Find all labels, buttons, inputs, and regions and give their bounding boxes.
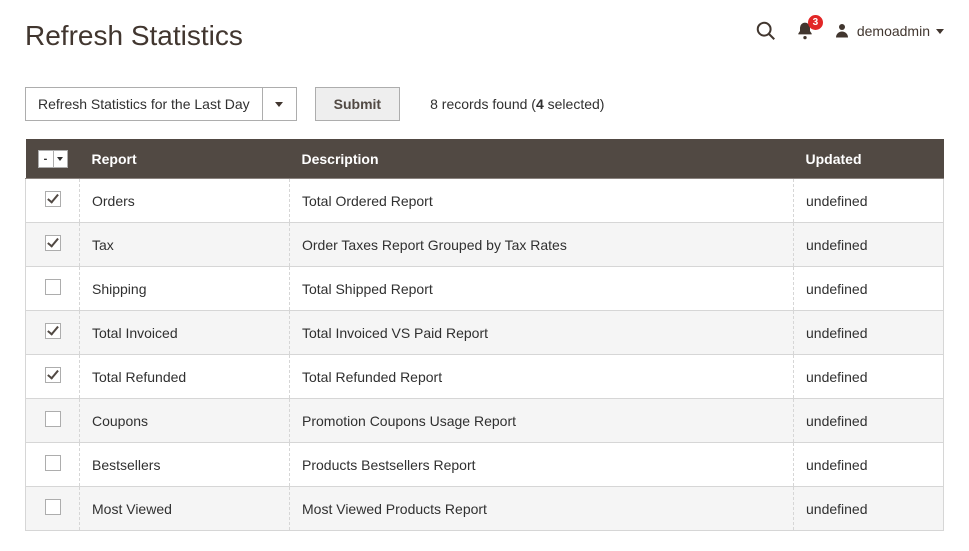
cell-description: Products Bestsellers Report (290, 443, 794, 487)
table-row[interactable]: ShippingTotal Shipped Reportundefined (26, 267, 944, 311)
header-actions: 3 demoadmin (755, 20, 944, 42)
row-checkbox[interactable] (45, 367, 61, 383)
records-info: 8 records found (4 selected) (430, 96, 604, 112)
table-row[interactable]: Total RefundedTotal Refunded Reportundef… (26, 355, 944, 399)
table-row[interactable]: Total InvoicedTotal Invoiced VS Paid Rep… (26, 311, 944, 355)
account-name: demoadmin (857, 23, 930, 39)
cell-report: Most Viewed (80, 487, 290, 531)
cell-report: Tax (80, 223, 290, 267)
cell-description: Order Taxes Report Grouped by Tax Rates (290, 223, 794, 267)
row-checkbox[interactable] (45, 279, 61, 295)
search-icon[interactable] (755, 20, 777, 42)
select-all-toggle[interactable]: - (38, 150, 68, 168)
cell-updated: undefined (794, 487, 944, 531)
table-row[interactable]: Most ViewedMost Viewed Products Reportun… (26, 487, 944, 531)
cell-report: Coupons (80, 399, 290, 443)
cell-report: Bestsellers (80, 443, 290, 487)
notifications-badge: 3 (808, 15, 823, 30)
row-checkbox[interactable] (45, 191, 61, 207)
cell-updated: undefined (794, 399, 944, 443)
account-menu[interactable]: demoadmin (833, 21, 944, 42)
notifications-icon[interactable]: 3 (795, 21, 815, 41)
toolbar: Refresh Statistics for the Last Day Subm… (25, 87, 944, 121)
table-row[interactable]: TaxOrder Taxes Report Grouped by Tax Rat… (26, 223, 944, 267)
user-icon (833, 21, 851, 42)
cell-updated: undefined (794, 179, 944, 223)
cell-description: Total Ordered Report (290, 179, 794, 223)
cell-report: Total Invoiced (80, 311, 290, 355)
cell-updated: undefined (794, 443, 944, 487)
table-row[interactable]: BestsellersProducts Bestsellers Reportun… (26, 443, 944, 487)
cell-report: Orders (80, 179, 290, 223)
cell-report: Total Refunded (80, 355, 290, 399)
cell-updated: undefined (794, 223, 944, 267)
submit-button[interactable]: Submit (315, 87, 400, 121)
chevron-down-icon (936, 29, 944, 34)
cell-updated: undefined (794, 267, 944, 311)
row-checkbox[interactable] (45, 411, 61, 427)
cell-report: Shipping (80, 267, 290, 311)
table-row[interactable]: CouponsPromotion Coupons Usage Reportund… (26, 399, 944, 443)
chevron-down-icon[interactable] (263, 87, 297, 121)
row-checkbox[interactable] (45, 455, 61, 471)
cell-description: Total Refunded Report (290, 355, 794, 399)
table-row[interactable]: OrdersTotal Ordered Reportundefined (26, 179, 944, 223)
row-checkbox[interactable] (45, 323, 61, 339)
column-description[interactable]: Description (290, 139, 794, 179)
cell-description: Promotion Coupons Usage Report (290, 399, 794, 443)
column-updated[interactable]: Updated (794, 139, 944, 179)
page-header: Refresh Statistics 3 demoadmin (25, 20, 944, 52)
statistics-table: - Report Description Updated OrdersTotal… (25, 139, 944, 531)
cell-description: Most Viewed Products Report (290, 487, 794, 531)
row-checkbox[interactable] (45, 235, 61, 251)
cell-updated: undefined (794, 311, 944, 355)
cell-description: Total Shipped Report (290, 267, 794, 311)
mass-action-value: Refresh Statistics for the Last Day (25, 87, 263, 121)
column-select: - (26, 139, 80, 179)
page-title: Refresh Statistics (25, 20, 243, 52)
column-report[interactable]: Report (80, 139, 290, 179)
cell-description: Total Invoiced VS Paid Report (290, 311, 794, 355)
cell-updated: undefined (794, 355, 944, 399)
mass-action-select[interactable]: Refresh Statistics for the Last Day (25, 87, 297, 121)
